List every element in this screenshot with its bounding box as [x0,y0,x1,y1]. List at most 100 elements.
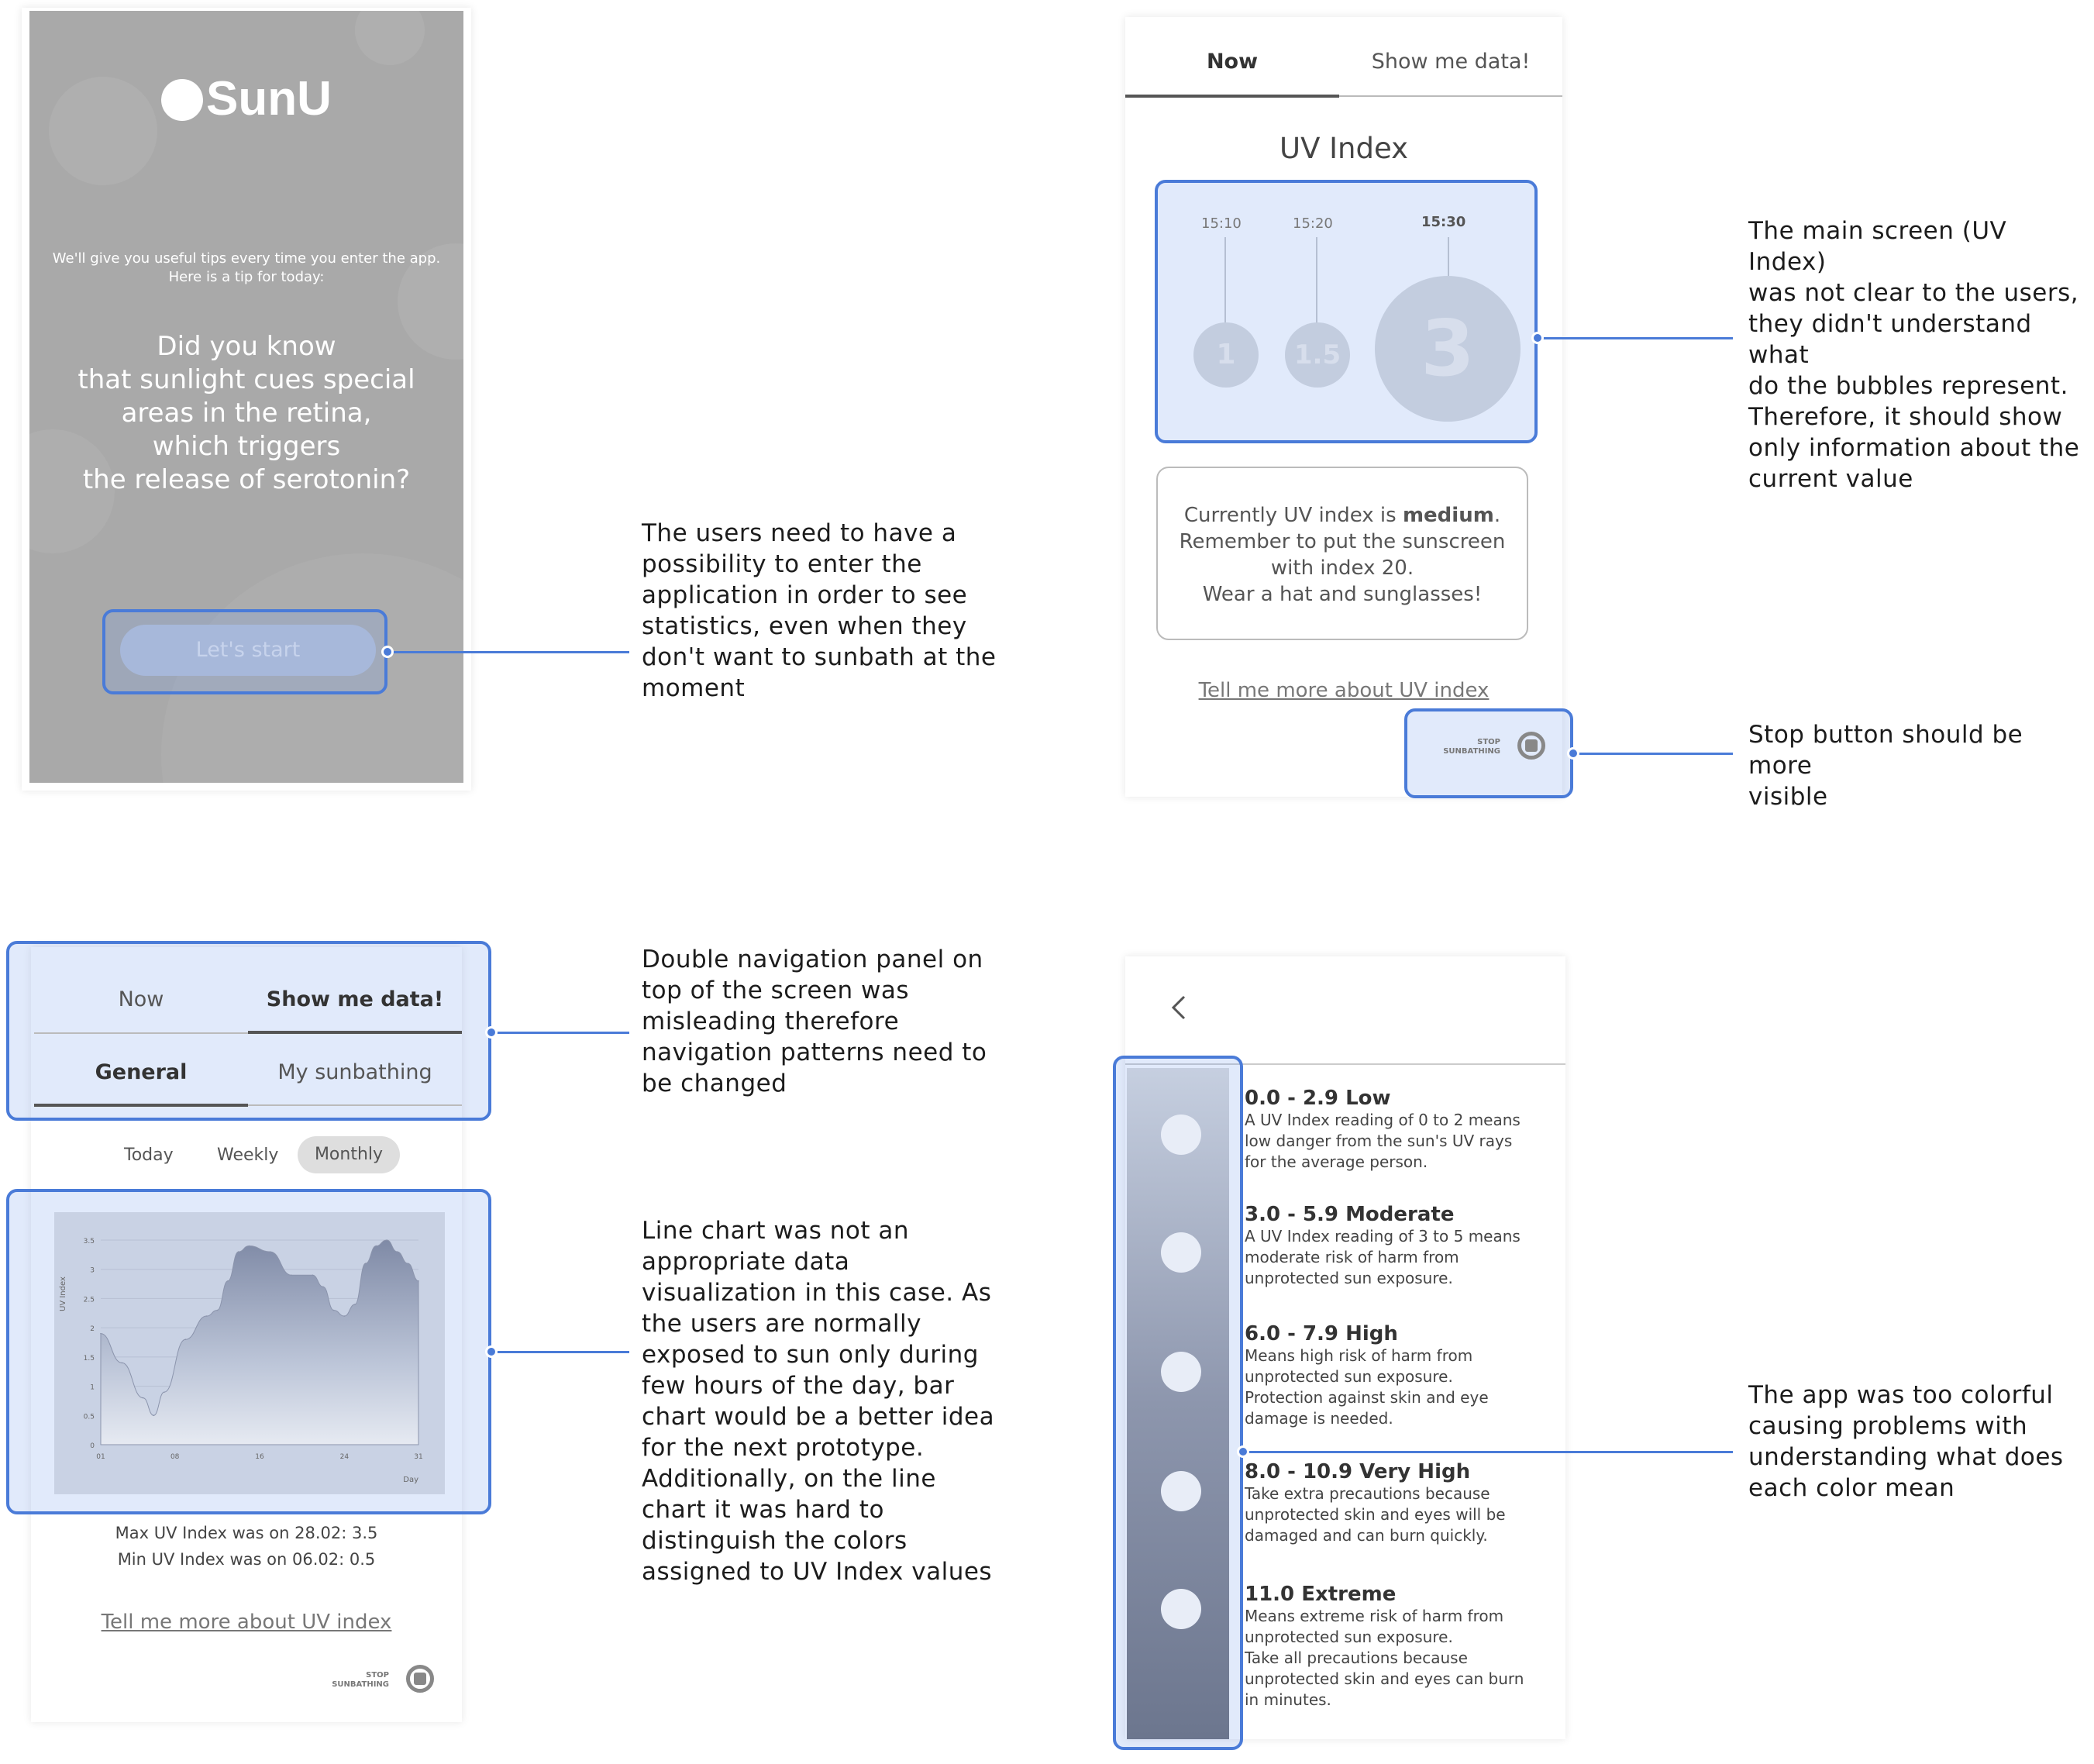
y-tick-label: 3.5 [84,1238,95,1245]
note-colors: The app was too colorful causing problem… [1748,1381,2064,1502]
stop-sunbathing-button[interactable]: STOP SUNBATHING [318,1665,434,1696]
stop-sunbathing-button[interactable]: STOP SUNBATHING [1435,732,1545,763]
period-monthly[interactable]: Monthly [298,1136,400,1173]
bubble-time-1: 15:10 [1201,215,1242,232]
connector-dot [1567,747,1579,760]
note-main-screen: The main screen (UV Index) was not clear… [1748,217,2080,493]
data-point [237,1251,239,1252]
data-point [121,1362,123,1364]
bubble-time-3: 15:30 [1421,214,1466,230]
data-point [205,1315,208,1317]
x-tick-label: 01 [96,1453,105,1461]
sun-logo-icon [161,79,203,121]
y-tick-label: 3 [90,1267,95,1275]
connector-line [1573,753,1733,755]
chevron-left-icon [1171,995,1186,1020]
y-tick-label: 2 [90,1325,95,1333]
back-button[interactable] [1164,992,1195,1023]
stop-label: STOP SUNBATHING [1443,738,1500,756]
subtab-my-sunbathing[interactable]: My sunbathing [248,1060,462,1084]
data-point [216,1309,219,1311]
tab-now[interactable]: Now [1125,50,1339,74]
connector-line [1243,1451,1733,1453]
start-button[interactable]: Let's start [120,625,376,676]
info-line-3: with index 20. [1270,556,1414,580]
scale-item-extreme: 11.0 Extreme Means extreme risk of harm f… [1245,1583,1524,1709]
splash-intro: We'll give you useful tips every time yo… [52,250,441,285]
bubble-1: 1 [1193,322,1259,388]
y-tick-label: 1 [90,1384,95,1392]
data-point [142,1397,144,1399]
period-tabs: Today Weekly Monthly [31,1136,462,1175]
connector-line [1538,337,1733,339]
tip-text: Did you know that sunlight cues special … [29,330,463,497]
min-uv-text: Min UV Index was on 06.02: 0.5 [117,1550,376,1569]
data-point [418,1280,419,1282]
chart-highlight: 0 0.5 1 1.5 2 2.5 3 3.5 01 08 16 24 31 UV Index Day [6,1189,491,1514]
stem-1 [1224,237,1226,329]
x-tick-label: 31 [414,1453,422,1461]
level-marker-moderate [1161,1232,1201,1273]
bubble-3: 3 [1375,276,1521,422]
data-point [386,1239,387,1241]
tab-now[interactable]: Now [34,987,248,1011]
scale-item-low: 0.0 - 2.9 Low A UV Index reading of 0 to … [1245,1087,1521,1171]
tab-show-data[interactable]: Show me data! [248,987,462,1011]
scale-item-very-high: 8.0 - 10.9 Very High Take extra precautio… [1245,1460,1506,1545]
y-tick-label: 0.5 [84,1413,95,1421]
subtab-underline-active [34,1104,248,1107]
decor-circle [355,11,425,65]
data-point [332,1309,335,1311]
scale-item-high: 6.0 - 7.9 High Means high risk of harm fr… [1245,1322,1489,1428]
tip-line: the release of serotonin? [82,464,411,495]
color-scale-highlight [1113,1056,1243,1750]
level-marker-low [1161,1115,1201,1155]
tab-show-data[interactable]: Show me data! [1339,50,1562,74]
max-uv-text: Max UV Index was on 28.02: 3.5 [115,1524,378,1542]
x-axis-label: Day [403,1476,418,1484]
y-axis-label: UV Index [59,1276,67,1311]
tab-underline-active [248,1031,462,1034]
y-tick-label: 1.5 [84,1355,95,1363]
tip-line: which triggers [152,431,341,462]
more-uv-link[interactable]: Tell me more about UV index [1125,679,1562,702]
subtab-general[interactable]: General [34,1060,248,1084]
stop-square-icon [1525,739,1538,752]
tab-underline-active [1125,95,1339,98]
data-point [227,1280,229,1282]
level-marker-high [1161,1352,1201,1392]
x-tick-label: 08 [170,1453,180,1461]
color-scale-bar [1127,1068,1229,1739]
tip-line: areas in the retina, [121,398,372,429]
connector-line [491,1032,629,1034]
data-point [184,1339,187,1341]
x-tick-label: 24 [340,1453,350,1461]
tab-underline [34,1032,248,1034]
note-chart: Line chart was not an appropriate data v… [642,1217,995,1586]
data-point [364,1263,367,1264]
y-tick-label: 2.5 [84,1296,95,1304]
logo: SunU [161,71,339,126]
tip-line: Did you know [157,331,336,362]
data-point [375,1245,377,1247]
data-point [153,1414,155,1417]
tab-underline [1339,95,1562,97]
data-point [164,1391,165,1393]
nav-highlight: Now Show me data! General My sunbathing [6,941,491,1121]
connector-dot [485,1345,498,1358]
period-weekly[interactable]: Weekly [217,1146,278,1165]
connector-dot [381,646,394,658]
more-uv-link[interactable]: Tell me more about UV index [31,1611,462,1634]
level-marker-extreme [1161,1589,1201,1629]
connector-line [387,651,629,653]
info-line-1: Currently UV index is medium. [1183,504,1501,527]
period-today[interactable]: Today [124,1146,174,1165]
info-line-4: Wear a hat and sunglasses! [1202,583,1483,606]
x-tick-label: 16 [255,1453,264,1461]
connector-dot [485,1026,498,1039]
bubble-time-2: 15:20 [1293,215,1333,232]
tip-line: that sunlight cues special [77,364,415,395]
data-point [100,1332,102,1335]
uv-level: medium [1402,504,1494,527]
data-point [248,1245,250,1247]
